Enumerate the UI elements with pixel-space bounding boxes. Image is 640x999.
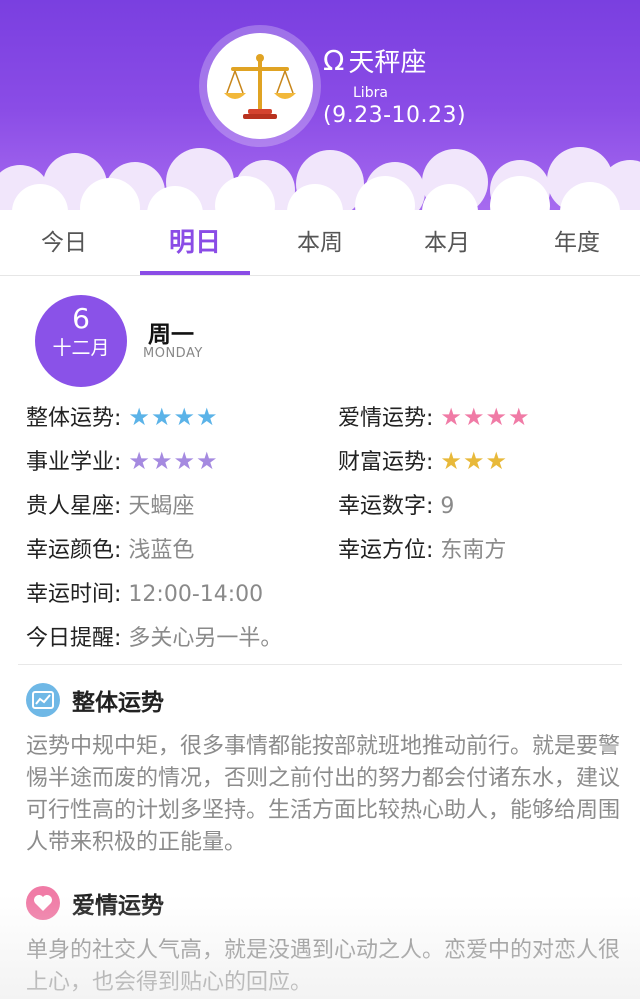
lucky-direction-row: 幸运方位: 东南方	[338, 532, 506, 564]
overall-rating-stars: ★★★★	[128, 403, 219, 431]
love-section-header: 爱情运势	[26, 886, 164, 920]
daily-tip-label: 今日提醒:	[26, 626, 122, 651]
love-rating-row: 爱情运势: ★★★★	[338, 400, 530, 432]
lucky-color-value: 浅蓝色	[128, 538, 195, 563]
daily-tip-row: 今日提醒: 多关心另一半。	[26, 620, 282, 652]
lucky-color-row: 幸运颜色: 浅蓝色	[26, 532, 194, 564]
love-rating-stars: ★★★★	[440, 403, 531, 431]
noble-sign-label: 贵人星座:	[26, 494, 122, 519]
overall-section-title: 整体运势	[72, 690, 164, 716]
libra-scale-icon	[224, 54, 296, 119]
cloud-decoration	[0, 147, 640, 215]
lucky-time-label: 幸运时间:	[26, 582, 122, 607]
weekday-english: MONDAY	[143, 346, 203, 361]
lucky-direction-value: 东南方	[440, 538, 507, 563]
lucky-color-label: 幸运颜色:	[26, 538, 122, 563]
overall-rating-row: 整体运势: ★★★★	[26, 400, 218, 432]
noble-sign-value: 天蝎座	[128, 494, 195, 519]
lucky-time-row: 幸运时间: 12:00-14:00	[26, 576, 263, 608]
tab-year[interactable]: 年度	[522, 215, 632, 275]
header-banner: Ω 天秤座 Libra (9.23-10.23)	[0, 0, 640, 215]
heart-icon	[26, 886, 60, 920]
lucky-direction-label: 幸运方位:	[338, 538, 434, 563]
chart-trend-icon	[26, 683, 60, 717]
libra-symbol-icon: Ω	[323, 44, 345, 77]
love-rating-label: 爱情运势:	[338, 406, 434, 431]
career-rating-row: 事业学业: ★★★★	[26, 444, 218, 476]
wealth-rating-label: 财富运势:	[338, 450, 434, 475]
lucky-number-row: 幸运数字: 9	[338, 488, 454, 520]
tab-week[interactable]: 本周	[265, 215, 375, 275]
wealth-rating-stars: ★★★	[440, 447, 508, 475]
tab-tomorrow[interactable]: 明日	[140, 215, 250, 275]
date-month: 十二月	[52, 337, 110, 359]
love-section-title: 爱情运势	[72, 893, 164, 919]
zodiac-info: Ω 天秤座 Libra (9.23-10.23)	[323, 42, 466, 128]
daily-tip-value: 多关心另一半。	[128, 626, 283, 651]
career-rating-label: 事业学业:	[26, 450, 122, 475]
wealth-rating-row: 财富运势: ★★★	[338, 444, 508, 476]
period-tabs: 今日 明日 本周 本月 年度	[0, 215, 640, 276]
date-day: 6	[72, 302, 90, 335]
lucky-time-value: 12:00-14:00	[128, 582, 264, 607]
section-divider	[18, 664, 622, 665]
zodiac-emblem	[207, 33, 313, 139]
love-section-body: 单身的社交人气高，就是没遇到心动之人。恋爱中的对恋人很上心，也会得到贴心的回应。	[26, 938, 621, 995]
zodiac-english-name: Libra	[353, 85, 388, 101]
overall-section-body: 运势中规中矩，很多事情都能按部就班地推动前行。就是要警惕半途而废的情况，否则之前…	[26, 734, 621, 855]
overall-section-header: 整体运势	[26, 683, 164, 717]
tab-today[interactable]: 今日	[9, 215, 119, 275]
career-rating-stars: ★★★★	[128, 447, 219, 475]
weekday-label: 周一	[148, 322, 194, 348]
tab-month[interactable]: 本月	[392, 215, 502, 275]
overall-rating-label: 整体运势:	[26, 406, 122, 431]
zodiac-name: 天秤座	[348, 48, 427, 78]
lucky-number-label: 幸运数字:	[338, 494, 434, 519]
noble-sign-row: 贵人星座: 天蝎座	[26, 488, 194, 520]
zodiac-date-range: (9.23-10.23)	[323, 103, 467, 128]
date-badge: 6 十二月	[35, 295, 127, 387]
lucky-number-value: 9	[440, 494, 455, 519]
